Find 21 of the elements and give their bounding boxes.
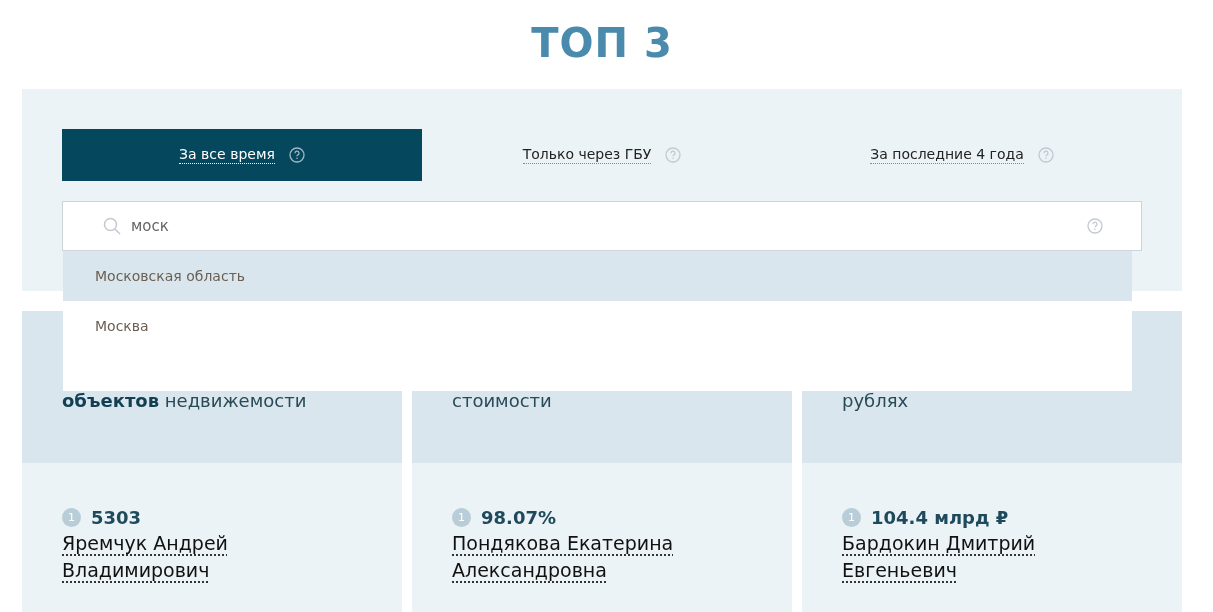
person-link[interactable]: Яремчук Андрей Владимирович: [62, 530, 312, 584]
card-heading: объектов недвижемости: [62, 390, 308, 411]
card-value: 98.07%: [481, 507, 556, 528]
period-tab[interactable]: За все время: [62, 129, 422, 181]
help-icon[interactable]: [288, 147, 305, 163]
search-icon: [103, 217, 121, 235]
rank-badge: 1: [452, 508, 471, 527]
person-link[interactable]: Бардокин Дмитрий Евгеньевич: [842, 530, 1092, 584]
rank-badge: 1: [842, 508, 861, 527]
search-field[interactable]: моск: [129, 216, 1079, 236]
card-value: 104.4 млрд ₽: [871, 507, 1009, 528]
card-heading: рублях: [842, 390, 910, 411]
card-heading: стоимости: [452, 390, 553, 411]
period-tab[interactable]: Только через ГБУ: [422, 129, 782, 181]
card-value: 5303: [91, 507, 142, 528]
period-tab[interactable]: За последние 4 года: [782, 129, 1142, 181]
suggestion-item[interactable]: Московская область: [63, 251, 1132, 301]
search-bar[interactable]: моск: [62, 201, 1142, 251]
page-title: ТОП 3: [530, 18, 674, 68]
person-link[interactable]: Пондякова Екатерина Александровна: [452, 530, 702, 584]
rank-badge: 1: [62, 508, 81, 527]
